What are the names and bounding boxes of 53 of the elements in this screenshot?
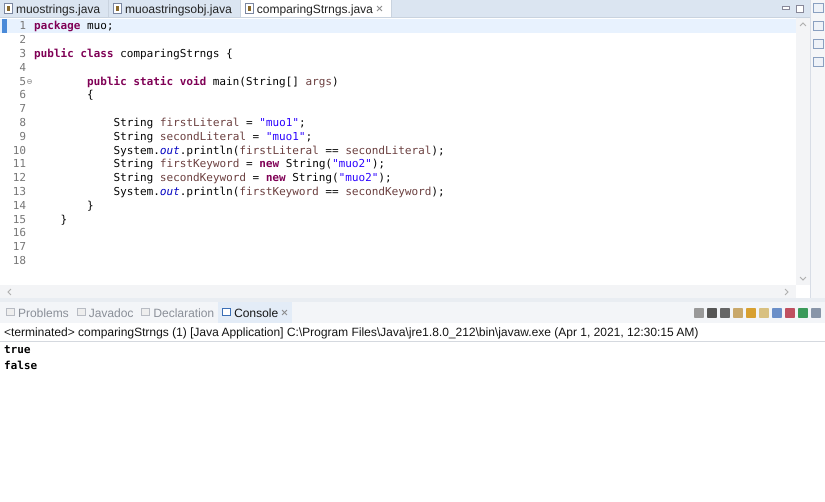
code-line: String firstLiteral = "muo1"; <box>112 116 306 129</box>
line-number: 13 <box>12 184 26 198</box>
code-line: String secondKeyword = new String("muo2"); <box>112 171 392 184</box>
editor-tab[interactable]: comparingStrngs.java <box>240 0 392 17</box>
editor-tab[interactable]: muostrings.java <box>0 0 110 17</box>
line-number: 7 <box>18 102 26 116</box>
close-icon[interactable] <box>376 5 383 12</box>
line-number: 9 <box>18 130 26 143</box>
code-line: package muo; <box>34 19 114 32</box>
code-line: String firstKeyword = new String("muo2"); <box>112 157 386 170</box>
code-line: public static void main(String[] args) <box>86 74 339 88</box>
line-number: 12 <box>12 171 26 184</box>
code-line: System.out.println(firstKeyword == secondKeyword); <box>112 184 445 198</box>
line-number: 16 <box>12 226 26 240</box>
file-icon <box>113 3 122 14</box>
tab-icon <box>6 308 15 317</box>
scroll-right-icon[interactable] <box>784 288 790 296</box>
fold-icon[interactable] <box>26 78 32 84</box>
code-line: String secondLiteral = "muo1"; <box>112 130 312 143</box>
maximize-icon[interactable] <box>796 4 804 12</box>
line-number: 11 <box>12 157 26 170</box>
code-line: { <box>86 88 94 102</box>
close-icon[interactable] <box>281 309 288 316</box>
view-tab[interactable]: Console <box>218 302 292 323</box>
code-line: } <box>86 198 94 212</box>
scroll-left-icon[interactable] <box>6 288 12 296</box>
line-number: 3 <box>18 46 26 60</box>
line-number: 1 <box>18 19 26 32</box>
line-number: 17 <box>12 240 26 254</box>
tab-icon <box>222 308 232 317</box>
console-output: false <box>3 358 38 374</box>
line-number: 2 <box>18 33 26 46</box>
tab-icon <box>76 308 86 317</box>
line-number: 18 <box>12 254 26 267</box>
scroll-down-icon[interactable] <box>799 276 807 282</box>
line-number: 10 <box>12 144 26 157</box>
line-number: 14 <box>12 198 26 212</box>
console-status: <terminated> comparingStrngs (1) [Java Application] C:\Program Files\Java\jre1.8.0_212\bin\javaw.exe (Apr 1, 2021, 12:30:15 AM) <box>0 323 825 342</box>
scroll-up-icon[interactable] <box>799 21 807 27</box>
file-icon <box>4 3 13 14</box>
line-number: 6 <box>18 88 26 102</box>
line-number: 8 <box>18 116 26 129</box>
minimize-icon[interactable] <box>782 6 790 11</box>
code-line: public class comparingStrngs { <box>34 46 233 60</box>
code-line: System.out.println(firstLiteral == secondLiteral); <box>112 144 445 157</box>
tab-icon <box>141 308 150 317</box>
line-number: 4 <box>18 60 26 74</box>
line-number: 15 <box>12 212 26 226</box>
line-number: 5 <box>18 74 26 88</box>
editor-tab[interactable]: muoastringsobj.java <box>109 0 241 17</box>
file-icon <box>244 3 254 14</box>
code-line: } <box>59 212 68 226</box>
console-output: true <box>3 342 32 358</box>
